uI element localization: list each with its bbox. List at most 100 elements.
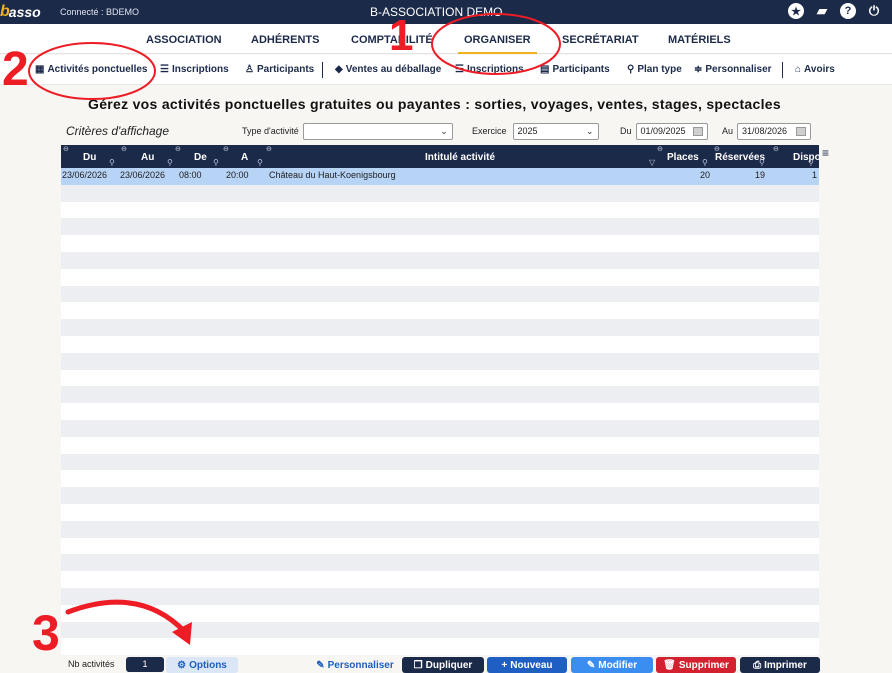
col-a[interactable]: A [241,152,248,163]
filter-icon[interactable]: ⚲ [808,158,814,167]
submenu-avoirs[interactable]: ⌂ Avoirs [795,64,835,75]
table-row-empty[interactable] [61,352,819,370]
au-date-input[interactable]: 31/08/2026 [737,122,812,140]
table-row-empty[interactable] [61,537,819,555]
personnaliser-button[interactable]: ✎ Personnaliser [312,657,398,673]
type-select[interactable]: ⌄ [302,122,453,140]
app-logo[interactable]: b asso [0,0,48,24]
au-date-value: 31/08/2026 [742,126,788,136]
cell-du: 23/06/2026 [62,170,108,180]
submenu-inscriptions[interactable]: ☰ Inscriptions [160,64,229,75]
modifier-label: Modifier [598,659,638,671]
table-row-empty[interactable] [61,453,819,471]
col-de[interactable]: De [194,152,207,163]
du-date-input[interactable]: 01/09/2025 [635,122,708,140]
table-row-empty[interactable] [61,201,819,219]
star-icon[interactable]: ★ [788,3,804,19]
supprimer-label: Supprimer [678,659,729,671]
col-du[interactable]: Du [83,152,96,163]
filter-icon[interactable]: ⚲ [109,158,115,167]
menu-association[interactable]: ASSOCIATION [146,34,222,46]
id-card-icon: ▤ [540,64,550,75]
col-reservees[interactable]: Réservées [715,152,765,163]
table-body: 23/06/2026 23/06/2026 08:00 20:00 Châtea… [61,168,819,656]
sort-desc-icon[interactable]: ▽ [649,158,655,167]
table-row-empty[interactable] [61,235,819,252]
filter-icon[interactable]: ⚲ [213,158,219,167]
menu-materiels[interactable]: MATÉRIELS [668,34,731,46]
copy-icon: ❐ [413,659,423,671]
submenu-activites-ponctuelles[interactable]: ▦ Activités ponctuelles [35,64,147,75]
submenu-inscriptions-ventes[interactable]: ☰ Inscriptions [455,64,524,75]
col-au[interactable]: Au [141,152,154,163]
nouveau-button[interactable]: + Nouveau [487,657,567,673]
nb-activities-label: Nb activités [68,659,115,669]
table-row-empty[interactable] [61,335,819,353]
table-row-empty[interactable] [61,587,819,605]
table-row-empty[interactable] [61,386,819,404]
cell-a: 20:00 [226,170,249,180]
table-row-empty[interactable] [61,554,819,572]
table-row-empty[interactable] [61,436,819,454]
options-button[interactable]: ⚙ Options [166,657,238,673]
table-row-empty[interactable] [61,403,819,420]
submenu-personnaliser[interactable]: ≑ Personnaliser [694,64,772,75]
table-row-empty[interactable] [61,638,819,656]
list-icon: ☰ [455,64,464,75]
filter-icon[interactable]: ⚲ [167,158,173,167]
submenu-label: Participants [552,64,610,75]
col-places[interactable]: Places [667,152,699,163]
exercice-select[interactable]: 2025 ⌄ [512,122,599,140]
menu-organiser[interactable]: ORGANISER [458,34,537,54]
nb-activities-count: 1 [126,657,164,672]
connected-user: Connecté : BDEMO [60,7,140,17]
sort-marker-icon: ⊖ [657,146,663,153]
calendar-icon[interactable] [796,126,807,136]
dupliquer-button[interactable]: ❐ Dupliquer [402,657,484,673]
col-dispo[interactable]: Dispo [793,152,821,163]
calendar-icon[interactable] [692,126,703,136]
table-row[interactable]: 23/06/2026 23/06/2026 08:00 20:00 Châtea… [61,168,819,185]
table-row-empty[interactable] [61,268,819,286]
au-label: Au [722,126,734,136]
col-intitule[interactable]: Intitulé activité [425,152,495,163]
table-row-empty[interactable] [61,369,819,387]
table-row-empty[interactable] [61,251,819,269]
table-row-empty[interactable] [61,184,819,202]
submenu-participants[interactable]: ♙ Participants [245,64,314,75]
supprimer-button[interactable]: 🗑 Supprimer [656,657,736,673]
table-row-empty[interactable] [61,487,819,504]
submenu-ventes-deballage[interactable]: ◆ Ventes au déballage [335,64,441,75]
menu-secretariat[interactable]: SECRÉTARIAT [562,34,639,46]
table-row-empty[interactable] [61,319,819,336]
filter-icon[interactable]: ⚲ [702,158,708,167]
table-row-empty[interactable] [61,503,819,521]
menu-adherents[interactable]: ADHÉRENTS [251,34,319,46]
cell-de: 08:00 [179,170,202,180]
table-row-empty[interactable] [61,218,819,236]
table-row-empty[interactable] [61,419,819,437]
table-row-empty[interactable] [61,285,819,303]
table-row-empty[interactable] [61,520,819,538]
power-icon[interactable]: ⏻ [866,3,882,19]
table-row-empty[interactable] [61,470,819,488]
filter-icon[interactable]: ⚲ [759,158,765,167]
imprimer-button[interactable]: ⎙ Imprimer [740,657,820,673]
table-row-empty[interactable] [61,604,819,622]
sort-marker-icon: ⊖ [773,146,779,153]
submenu-plan-type[interactable]: ⚲ Plan type [627,64,682,75]
table-row-empty[interactable] [61,571,819,588]
modifier-button[interactable]: ✎ Modifier [571,657,653,673]
logo-text: asso [8,4,41,20]
hamburger-menu-icon[interactable]: ≡ [822,146,829,160]
table-row-empty[interactable] [61,621,819,639]
table-row-empty[interactable] [61,302,819,320]
submenu-label: Inscriptions [466,64,524,75]
filter-icon[interactable]: ⚲ [257,158,263,167]
submenu-participants-ventes[interactable]: ▤ Participants [540,64,610,75]
help-icon[interactable]: ? [840,3,856,19]
book-icon[interactable]: ▰ [814,3,830,19]
sort-marker-icon: ⊖ [63,146,69,153]
submenu-separator [782,62,783,78]
cell-reservees: 19 [755,170,766,180]
